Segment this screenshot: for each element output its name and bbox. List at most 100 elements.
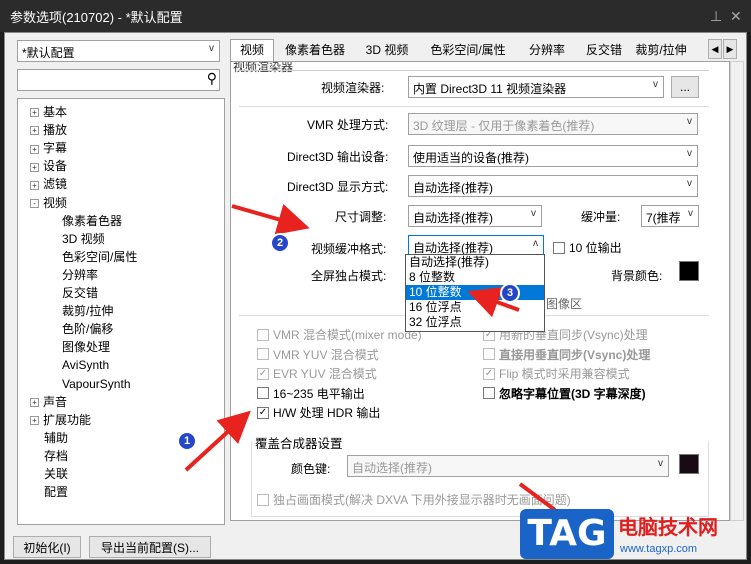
profile-select[interactable]: *默认配置 v: [17, 40, 220, 62]
d3d-device-label: Direct3D 输出设备:: [287, 150, 389, 164]
bgcolor-swatch[interactable]: [679, 261, 699, 281]
checkbox-box: ✓: [257, 367, 269, 380]
option-checkbox[interactable]: VMR YUV 混合模式: [257, 346, 379, 363]
collapse-icon[interactable]: -: [30, 198, 39, 208]
export-button[interactable]: 导出当前配置(S)...: [89, 536, 211, 558]
tree-item[interactable]: + 字幕: [30, 139, 67, 157]
d3d-mode-label: Direct3D 显示方式:: [287, 180, 389, 194]
tree-item-label: AviSynth: [62, 358, 110, 373]
close-icon[interactable]: ✕: [730, 8, 742, 25]
tree-item-label: 字幕: [43, 141, 68, 156]
tree-item[interactable]: + 设备: [30, 157, 67, 175]
tree-item[interactable]: + 基本: [30, 103, 67, 121]
options-dialog: *默认配置 v ⚲ + 基本 + 播放 + 字幕 + 设备 + 滤镜 - 视频 像素着色器 3D 视频 色彩…: [4, 32, 747, 560]
tree-item-label: VapourSynth: [62, 376, 131, 391]
option-checkbox[interactable]: 忽略字幕位置(3D 字幕深度): [483, 385, 646, 402]
option-checkbox[interactable]: 16~235 电平输出: [257, 385, 365, 402]
tree-item-label: 3D 视频: [62, 231, 105, 246]
expand-icon[interactable]: +: [30, 180, 39, 190]
dropdown-option[interactable]: 自动选择(推荐): [406, 255, 544, 270]
checkbox-box: [483, 348, 495, 360]
watermark-url: www.tagxp.com: [620, 543, 698, 555]
expand-icon[interactable]: +: [30, 397, 39, 407]
tree-item[interactable]: 关联: [44, 465, 68, 483]
init-button[interactable]: 初始化(I): [13, 536, 81, 558]
expand-icon[interactable]: +: [30, 108, 39, 118]
expand-icon[interactable]: +: [30, 144, 39, 154]
tab-item[interactable]: 裁剪/拉伸: [632, 39, 690, 61]
tree-item[interactable]: + 声音: [30, 393, 67, 411]
checkbox-box: ✓: [257, 406, 269, 419]
bgcolor-label: 背景颜色:: [611, 269, 663, 283]
pin-icon[interactable]: ⊥: [710, 8, 722, 25]
colorkey-value: 自动选择(推荐): [352, 461, 432, 475]
checkbox-box: [257, 328, 269, 341]
tree-item[interactable]: 配置: [44, 483, 68, 501]
tree-item[interactable]: 辅助: [44, 429, 68, 447]
renderer-select[interactable]: 内置 Direct3D 11 视频渲染器 v: [408, 76, 664, 98]
expand-icon[interactable]: +: [30, 162, 39, 172]
tree-item[interactable]: 裁剪/拉伸: [62, 302, 113, 320]
vmr-select[interactable]: 3D 纹理层 - 仅用于像素着色(推荐) v: [408, 113, 698, 135]
tree-item[interactable]: 存档: [44, 447, 68, 465]
buffer-format-dropdown[interactable]: 自动选择(推荐) 8 位整数 10 位整数 16 位浮点 32 位浮点: [405, 254, 545, 332]
panel-scrollbar[interactable]: [730, 61, 744, 521]
dropdown-option[interactable]: 16 位浮点: [406, 300, 544, 315]
option-checkbox[interactable]: ✓ H/W 处理 HDR 输出: [257, 404, 380, 421]
dropdown-option[interactable]: 8 位整数: [406, 270, 544, 285]
tree-item[interactable]: + 扩展功能: [30, 411, 91, 429]
chevron-down-icon: v: [688, 208, 693, 219]
tree-item[interactable]: 反交错: [62, 284, 98, 302]
renderer-value: 内置 Direct3D 11 视频渲染器: [413, 82, 567, 96]
colorkey-select[interactable]: 自动选择(推荐) v: [347, 455, 669, 477]
colorkey-swatch[interactable]: [679, 454, 699, 474]
tree-item[interactable]: + 滤镜: [30, 175, 67, 193]
dropdown-option[interactable]: 32 位浮点: [406, 315, 544, 330]
ten-bit-output-checkbox[interactable]: 10 位输出: [553, 239, 622, 256]
tree-item[interactable]: 色彩空间/属性: [62, 248, 137, 266]
dropdown-option[interactable]: 10 位整数: [406, 285, 544, 300]
tree-item[interactable]: + 播放: [30, 121, 67, 139]
tab-item[interactable]: 视频: [230, 39, 274, 61]
option-checkbox[interactable]: ✓ EVR YUV 混合模式: [257, 365, 377, 382]
tree-item[interactable]: VapourSynth: [62, 375, 131, 393]
watermark: TAG 电脑技术网 www.tagxp.com: [520, 505, 750, 563]
expand-icon[interactable]: +: [30, 416, 39, 426]
tree-item[interactable]: - 视频: [30, 194, 67, 212]
search-icon[interactable]: ⚲: [207, 70, 217, 87]
option-label: 忽略字幕位置(3D 字幕深度): [499, 386, 646, 401]
tree-item[interactable]: 分辨率: [62, 266, 98, 284]
tab-item[interactable]: 反交错: [576, 39, 632, 61]
ten-bit-output-label: 10 位输出: [569, 241, 622, 255]
tab-item[interactable]: 像素着色器: [274, 39, 356, 61]
search-input[interactable]: ⚲: [17, 69, 220, 91]
tab-item[interactable]: 分辨率: [518, 39, 576, 61]
tree-item-label: 色阶/偏移: [62, 322, 114, 337]
tab-item[interactable]: 3D 视频: [356, 39, 418, 61]
annotation-badge-1: 1: [177, 431, 197, 451]
option-label: Flip 模式时采用兼容模式: [499, 367, 630, 381]
tree-item[interactable]: 3D 视频: [62, 230, 105, 248]
d3d-mode-select[interactable]: 自动选择(推荐) v: [408, 175, 698, 197]
resize-select[interactable]: 自动选择(推荐) v: [408, 205, 542, 227]
tab-item[interactable]: 色彩空间/属性: [418, 39, 518, 61]
expand-icon[interactable]: +: [30, 126, 39, 136]
option-checkbox[interactable]: 直接用垂直同步(Vsync)处理: [483, 346, 650, 363]
tab-scroll-left-icon[interactable]: ◀: [708, 39, 722, 59]
tree-item[interactable]: 像素着色器: [62, 212, 122, 230]
resize-label: 尺寸调整:: [335, 210, 387, 224]
buffer-format-label: 视频缓冲格式:: [311, 242, 387, 256]
tree-item-label: 视频: [43, 195, 68, 210]
buffer-select[interactable]: 7(推荐 v: [641, 205, 699, 227]
tree-item[interactable]: AviSynth: [62, 356, 109, 374]
settings-tree[interactable]: + 基本 + 播放 + 字幕 + 设备 + 滤镜 - 视频 像素着色器 3D 视频 色彩空间/属性 分辨率 反交…: [17, 98, 225, 525]
d3d-device-select[interactable]: 使用适当的设备(推荐) v: [408, 145, 698, 167]
chevron-down-icon: v: [531, 208, 536, 219]
renderer-more-button[interactable]: ...: [671, 76, 699, 98]
tree-item[interactable]: 色阶/偏移: [62, 320, 113, 338]
option-checkbox[interactable]: VMR 混合模式(mixer mode): [257, 326, 422, 343]
tree-item[interactable]: 图像处理: [62, 338, 110, 356]
tab-scroll-right-icon[interactable]: ▶: [723, 39, 737, 59]
chevron-up-icon: ʌ: [533, 238, 538, 249]
option-checkbox[interactable]: ✓ Flip 模式时采用兼容模式: [483, 365, 630, 382]
